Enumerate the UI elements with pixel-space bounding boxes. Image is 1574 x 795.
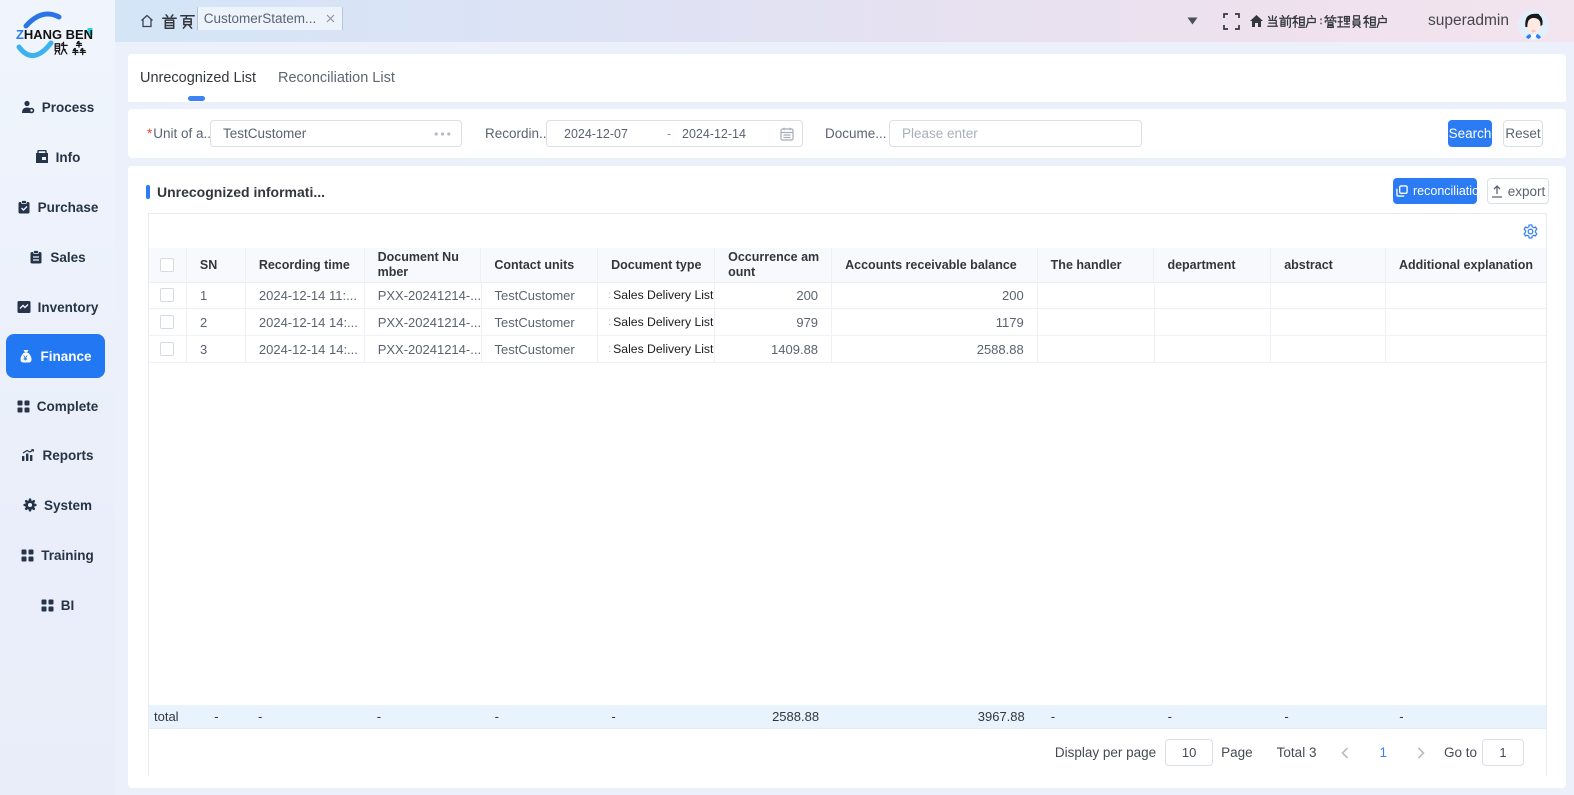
svg-text:ZHANG BEN: ZHANG BEN xyxy=(16,27,93,42)
